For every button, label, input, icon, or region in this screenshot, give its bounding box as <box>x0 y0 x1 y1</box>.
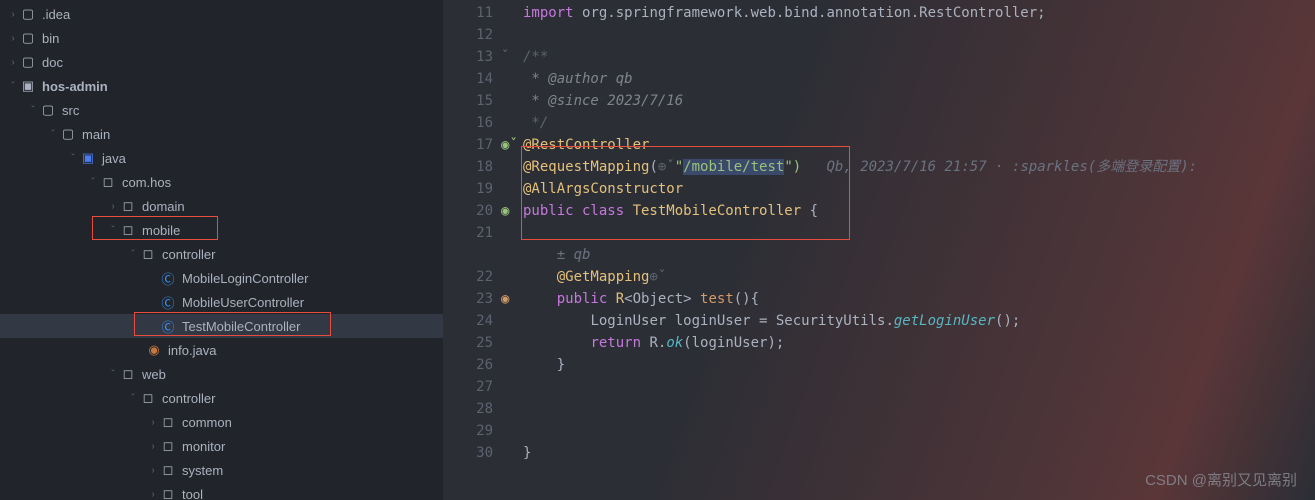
tree-label: controller <box>162 391 215 406</box>
chevron-down-icon: ˇ <box>46 129 60 140</box>
tree-item-controller[interactable]: ˇ ◻ controller <box>0 242 443 266</box>
chevron-right-icon: › <box>146 489 160 500</box>
package-icon: ◻ <box>160 486 176 500</box>
tree-label: com.hos <box>122 175 171 190</box>
tree-item-web-controller[interactable]: ˇ ◻ controller <box>0 386 443 410</box>
line-gutter: 11 12 13 14 15 16 17 18 19 20 21 22 23 2… <box>443 0 501 500</box>
package-icon: ◻ <box>120 222 136 238</box>
tree-label: mobile <box>142 223 180 238</box>
class-icon: Ⓒ <box>160 294 176 310</box>
chevron-down-icon: ˇ <box>6 81 20 92</box>
folder-icon: ▢ <box>60 126 76 142</box>
tree-item-domain[interactable]: › ◻ domain <box>0 194 443 218</box>
chevron-right-icon: › <box>6 33 20 44</box>
chevron-right-icon: › <box>146 417 160 428</box>
chevron-down-icon: ˇ <box>26 105 40 116</box>
sourceroot-icon: ▣ <box>80 150 96 166</box>
chevron-down-icon: ˇ <box>66 153 80 164</box>
tree-item-testmobile[interactable]: Ⓒ TestMobileController <box>0 314 443 338</box>
package-icon: ◻ <box>140 246 156 262</box>
author-inlay: ± qb <box>557 247 591 263</box>
watermark: CSDN @离别又见离别 <box>1145 469 1297 490</box>
tree-label: java <box>102 151 126 166</box>
tree-label: common <box>182 415 232 430</box>
tree-label: doc <box>42 55 63 70</box>
package-icon: ◻ <box>160 414 176 430</box>
tree-item-hos-admin[interactable]: ˇ ▣ hos-admin <box>0 74 443 98</box>
chevron-right-icon: › <box>6 57 20 68</box>
tree-label: MobileLoginController <box>182 271 308 286</box>
tree-label: controller <box>162 247 215 262</box>
code-editor[interactable]: 11 12 13 14 15 16 17 18 19 20 21 22 23 2… <box>443 0 1315 500</box>
chevron-right-icon: › <box>106 201 120 212</box>
class-icon: Ⓒ <box>160 318 176 334</box>
tree-item-doc[interactable]: › ▢ doc <box>0 50 443 74</box>
tree-item-java[interactable]: ˇ ▣ java <box>0 146 443 170</box>
tree-label: tool <box>182 487 203 500</box>
gutter-icons: ˇ ◉ˇ ◉ ◉ <box>501 0 523 500</box>
tree-item-info[interactable]: ◉ info.java <box>0 338 443 362</box>
url-icon[interactable]: ⊕ˇ <box>649 269 666 285</box>
tree-item-bin[interactable]: › ▢ bin <box>0 26 443 50</box>
java-file-icon: ◉ <box>146 342 162 358</box>
package-icon: ◻ <box>160 462 176 478</box>
tree-item-mobile[interactable]: ˇ ◻ mobile <box>0 218 443 242</box>
tree-item-src[interactable]: ˇ ▢ src <box>0 98 443 122</box>
chevron-down-icon: ˇ <box>126 249 140 260</box>
folder-icon: ▢ <box>20 6 36 22</box>
url-icon[interactable]: ⊕ˇ <box>658 159 675 175</box>
tree-label: hos-admin <box>42 79 108 94</box>
tree-item-com-hos[interactable]: ˇ ◻ com.hos <box>0 170 443 194</box>
package-icon: ◻ <box>120 366 136 382</box>
tree-label: web <box>142 367 166 382</box>
tree-item-mobilelogin[interactable]: Ⓒ MobileLoginController <box>0 266 443 290</box>
tree-label: domain <box>142 199 185 214</box>
tree-label: src <box>62 103 79 118</box>
tree-item-web[interactable]: ˇ ◻ web <box>0 362 443 386</box>
tree-item-common[interactable]: › ◻ common <box>0 410 443 434</box>
project-tree[interactable]: › ▢ .idea › ▢ bin › ▢ doc ˇ ▣ hos-admin … <box>0 0 443 500</box>
chevron-right-icon: › <box>146 441 160 452</box>
tree-label: TestMobileController <box>182 319 301 334</box>
tree-label: bin <box>42 31 59 46</box>
tree-label: MobileUserController <box>182 295 304 310</box>
tree-label: system <box>182 463 223 478</box>
run-gutter-icon[interactable]: ◉ <box>501 203 509 219</box>
folder-icon: ▢ <box>20 30 36 46</box>
package-icon: ◻ <box>100 174 116 190</box>
tree-item-tool[interactable]: › ◻ tool <box>0 482 443 500</box>
class-icon: Ⓒ <box>160 270 176 286</box>
tree-item-mobileuser[interactable]: Ⓒ MobileUserController <box>0 290 443 314</box>
tree-label: monitor <box>182 439 225 454</box>
folder-icon: ▢ <box>40 102 56 118</box>
fold-icon[interactable]: ˇ <box>501 49 509 65</box>
package-icon: ◻ <box>160 438 176 454</box>
chevron-down-icon: ˇ <box>86 177 100 188</box>
gutter-mark-icon[interactable]: ◉ <box>501 291 509 307</box>
chevron-down-icon: ˇ <box>126 393 140 404</box>
tree-item-main[interactable]: ˇ ▢ main <box>0 122 443 146</box>
tree-label: info.java <box>168 343 216 358</box>
run-gutter-icon[interactable]: ◉ˇ <box>501 137 518 153</box>
package-icon: ◻ <box>120 198 136 214</box>
code-area[interactable]: import org.springframework.web.bind.anno… <box>523 0 1315 500</box>
tree-item-idea[interactable]: › ▢ .idea <box>0 2 443 26</box>
folder-icon: ▢ <box>20 54 36 70</box>
chevron-down-icon: ˇ <box>106 225 120 236</box>
tree-label: main <box>82 127 110 142</box>
tree-item-monitor[interactable]: › ◻ monitor <box>0 434 443 458</box>
git-blame-inlay: Qb, 2023/7/16 21:57 · :sparkles(多端登录配置): <box>801 159 1197 175</box>
module-icon: ▣ <box>20 78 36 94</box>
tree-item-system[interactable]: › ◻ system <box>0 458 443 482</box>
tree-label: .idea <box>42 7 70 22</box>
selected-text: /mobile/test <box>683 159 784 175</box>
chevron-down-icon: ˇ <box>106 369 120 380</box>
package-icon: ◻ <box>140 390 156 406</box>
chevron-right-icon: › <box>6 9 20 20</box>
chevron-right-icon: › <box>146 465 160 476</box>
